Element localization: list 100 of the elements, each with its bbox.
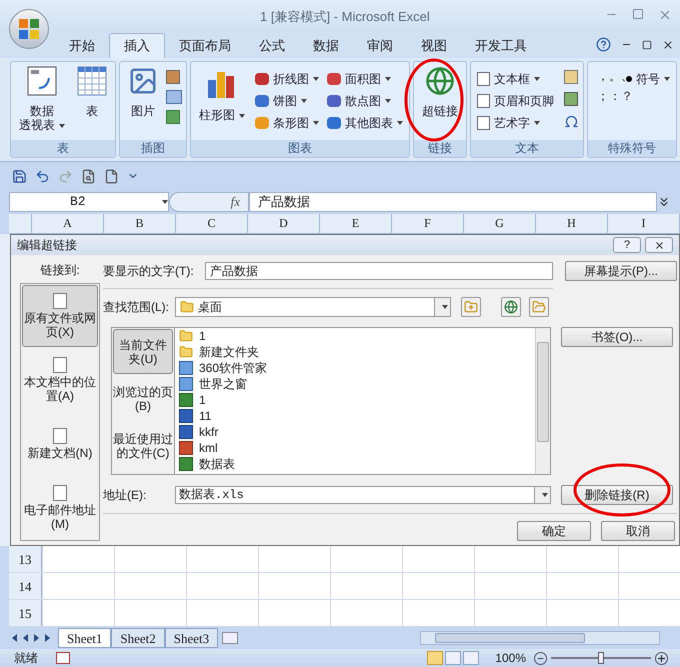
first-sheet-icon[interactable] <box>12 634 17 642</box>
address-field[interactable]: 数据表.xls <box>175 486 551 504</box>
browse-option[interactable]: 浏览过的页(B) <box>113 376 173 421</box>
column-header[interactable]: A <box>32 214 104 233</box>
help-icon[interactable] <box>596 37 611 52</box>
horizontal-scrollbar[interactable] <box>420 631 660 645</box>
cancel-button[interactable]: 取消 <box>601 521 675 541</box>
ribbon-small-button[interactable]: 饼图 <box>253 90 321 112</box>
last-sheet-icon[interactable] <box>45 634 50 642</box>
ribbon-tab[interactable]: 审阅 <box>353 33 407 58</box>
ribbon-small-button[interactable]: 艺术字 <box>475 112 556 134</box>
formula-field[interactable]: 产品数据 <box>249 192 657 212</box>
new-sheet-icon[interactable] <box>222 632 238 644</box>
ribbon-small-button[interactable]: 面积图 <box>325 68 405 90</box>
column-header[interactable]: F <box>392 214 464 233</box>
column-header[interactable]: C <box>176 214 248 233</box>
browse-option[interactable]: 最近使用过的文件(C) <box>113 423 173 468</box>
zoom-out-icon[interactable] <box>534 652 547 664</box>
file-list-item[interactable]: kml <box>179 440 535 456</box>
link-to-option[interactable]: 新建文档(N) <box>22 413 98 475</box>
sheet-tab[interactable]: Sheet1 <box>58 628 112 648</box>
document-icon <box>53 428 67 444</box>
ribbon-tab[interactable]: 页面布局 <box>165 33 245 58</box>
address-label: 地址(E): <box>103 487 148 504</box>
chart-type-icon <box>327 95 341 107</box>
ribbon-tab[interactable]: 视图 <box>407 33 461 58</box>
file-list-item[interactable]: 360软件管家 <box>179 360 535 376</box>
file-list-item[interactable]: 1 <box>179 392 535 408</box>
status-text: 就绪 <box>14 650 38 667</box>
remove-link-button[interactable]: 删除链接(R) <box>561 485 673 505</box>
ok-button[interactable]: 确定 <box>517 521 591 541</box>
column-header[interactable]: E <box>320 214 392 233</box>
previous-sheet-icon[interactable] <box>23 634 28 642</box>
column-header[interactable]: D <box>248 214 320 233</box>
ribbon-small-button[interactable]: 条形图 <box>253 112 321 134</box>
name-box[interactable]: B2 <box>9 192 169 212</box>
bookmark-button[interactable]: 书签(O)... <box>561 327 673 347</box>
file-list-item[interactable]: 世界之窗 <box>179 376 535 392</box>
file-list-item[interactable]: 新建文件夹 <box>179 344 535 360</box>
ribbon-large-button[interactable]: 数据 透视表 <box>15 66 69 132</box>
ribbon-tab[interactable]: 开发工具 <box>461 33 541 58</box>
ribbon-small-button[interactable]: 其他图表 <box>325 112 405 134</box>
save-icon[interactable] <box>12 168 27 184</box>
column-header[interactable]: G <box>464 214 536 233</box>
file-list-item[interactable]: 1 <box>179 328 535 344</box>
zoom-thumb[interactable] <box>598 652 604 664</box>
link-to-option[interactable]: 本文档中的位置(A) <box>22 349 98 411</box>
ribbon-small-button[interactable]: 散点图 <box>325 90 405 112</box>
ribbon-tab[interactable]: 插入 <box>109 33 165 58</box>
dialog-title: 编辑超链接 <box>17 237 77 254</box>
sheet-tab[interactable]: Sheet2 <box>111 628 165 648</box>
symbol-button[interactable]: ， <box>596 66 610 86</box>
column-header[interactable]: B <box>104 214 176 233</box>
column-header[interactable]: H <box>536 214 608 233</box>
file-list-item[interactable]: 11 <box>179 408 535 424</box>
row-header[interactable]: 14 <box>9 573 42 599</box>
browse-option[interactable]: 当前文件夹(U) <box>113 329 173 374</box>
ribbon-tab[interactable]: 公式 <box>245 33 299 58</box>
maximize-icon[interactable] <box>632 8 644 20</box>
close-icon[interactable] <box>662 38 674 50</box>
screen-tip-button[interactable]: 屏幕提示(P)... <box>565 261 677 281</box>
ribbon-small-button[interactable]: 折线图 <box>253 68 321 90</box>
function-label[interactable]: fx <box>230 192 240 212</box>
symbol-button[interactable]: ： <box>608 86 622 106</box>
row-header[interactable]: 13 <box>9 546 42 572</box>
zoom-level[interactable]: 100% <box>495 649 526 667</box>
globe-search-icon <box>504 300 518 314</box>
sheet-tab[interactable]: Sheet3 <box>164 628 218 648</box>
column-header[interactable]: I <box>608 214 680 233</box>
file-list-item[interactable]: 数据表 <box>179 456 535 472</box>
display-text-field[interactable]: 产品数据 <box>205 262 553 280</box>
file-list-item[interactable]: kkfr <box>179 424 535 440</box>
next-sheet-icon[interactable] <box>34 634 39 642</box>
link-to-option[interactable]: 原有文件或网页(X) <box>22 285 98 347</box>
window-title: 1 [兼容模式] - Microsoft Excel <box>260 8 430 26</box>
zoom-in-icon[interactable] <box>655 652 668 664</box>
row-header[interactable]: 15 <box>9 600 42 626</box>
ribbon-large-button[interactable]: 图片 <box>124 66 162 118</box>
link-to-option[interactable]: 电子邮件地址(M) <box>22 477 98 539</box>
look-in-dropdown[interactable]: 桌面 <box>175 297 451 317</box>
close-button[interactable] <box>645 237 673 253</box>
caret-icon <box>385 77 391 81</box>
symbol-button[interactable]: 。 <box>608 66 622 86</box>
scrollbar[interactable] <box>535 328 550 474</box>
ribbon-large-button[interactable]: 柱形图 <box>195 66 249 122</box>
ribbon-tab[interactable]: 开始 <box>55 33 109 58</box>
document-icon <box>53 485 67 501</box>
ribbon-small-button[interactable]: 页眉和页脚 <box>475 90 556 112</box>
undo-icon[interactable] <box>35 168 50 184</box>
new-file-icon[interactable] <box>104 168 119 184</box>
symbol-button[interactable]: ； <box>596 86 610 106</box>
caret-icon <box>313 121 319 125</box>
folder-icon <box>179 345 193 359</box>
restore-icon[interactable] <box>642 40 652 50</box>
ribbon-small-button[interactable]: 文本框 <box>475 68 556 90</box>
ribbon-tab[interactable]: 数据 <box>299 33 353 58</box>
browse-web-button[interactable] <box>501 297 521 317</box>
ribbon-large-button[interactable]: 表 <box>73 66 111 118</box>
help-button[interactable]: ? <box>613 237 641 253</box>
print-preview-icon[interactable] <box>81 168 96 184</box>
